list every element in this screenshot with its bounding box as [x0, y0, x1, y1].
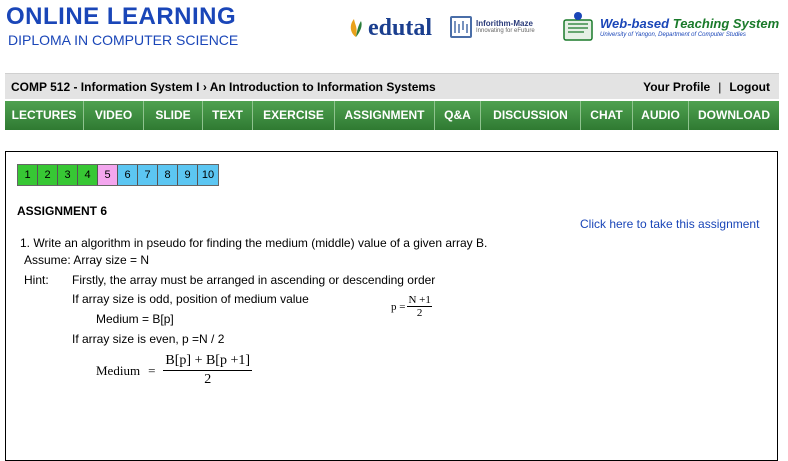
medium-formula-fraction: B[p] + B[p +1] 2 — [163, 352, 253, 389]
nav-text[interactable]: TEXT — [203, 101, 253, 130]
page-3-button[interactable]: 3 — [58, 165, 78, 185]
page-9-button[interactable]: 9 — [178, 165, 198, 185]
wbts-title-part2: Teaching System — [672, 15, 780, 31]
page-5-button[interactable]: 5 — [98, 165, 118, 185]
user-links: Your Profile | Logout — [643, 80, 770, 94]
hint-text: Firstly, the array must be arranged in a… — [72, 273, 436, 287]
medium-formula-equals: = — [148, 362, 156, 378]
nav-video[interactable]: VIDEO — [84, 101, 144, 130]
nav-audio[interactable]: AUDIO — [633, 101, 689, 130]
medium-formula-denominator: 2 — [204, 372, 212, 387]
site-title: ONLINE LEARNING — [6, 3, 237, 30]
nav-assignment[interactable]: ASSIGNMENT — [335, 101, 435, 130]
nav-slide[interactable]: SLIDE — [144, 101, 203, 130]
assignment-pagination: 1 2 3 4 5 6 7 8 9 10 — [17, 164, 219, 186]
breadcrumb: COMP 512 - Information System I › An Int… — [11, 80, 436, 94]
page-10-button[interactable]: 10 — [198, 165, 218, 185]
p-formula-lhs: p = — [391, 300, 406, 313]
medium-formula-numerator: B[p] + B[p +1] — [163, 352, 253, 371]
question-text: 1. Write an algorithm in pseudo for find… — [20, 236, 488, 250]
page-4-button[interactable]: 4 — [78, 165, 98, 185]
edutal-logo: edutal — [346, 12, 432, 44]
logout-link[interactable]: Logout — [729, 80, 770, 94]
wbts-subtitle: University of Yangon, Department of Comp… — [600, 31, 746, 38]
assignment-panel: 1 2 3 4 5 6 7 8 9 10 ASSIGNMENT 6 Click … — [5, 151, 778, 461]
inforithm-maze-icon — [450, 16, 472, 38]
leaf-icon — [350, 19, 362, 37]
page-6-button[interactable]: 6 — [118, 165, 138, 185]
p-formula-denominator: 2 — [416, 307, 423, 319]
page-8-button[interactable]: 8 — [158, 165, 178, 185]
take-assignment-link[interactable]: Click here to take this assignment — [580, 217, 759, 231]
site-header: ONLINE LEARNING DIPLOMA IN COMPUTER SCIE… — [0, 0, 788, 62]
assignment-title: ASSIGNMENT 6 — [17, 204, 108, 218]
medium-odd-text: Medium = B[p] — [96, 312, 174, 326]
inforithm-logo: Inforithm-Maze Innovating for eFuture — [450, 16, 535, 38]
wbts-logo: Web-based Teaching System University of … — [560, 10, 779, 44]
nav-exercise[interactable]: EXERCISE — [253, 101, 335, 130]
nav-discussion[interactable]: DISCUSSION — [481, 101, 581, 130]
hint-label: Hint: — [24, 273, 49, 287]
wbts-seal-icon — [563, 12, 593, 41]
odd-case-text: If array size is odd, position of medium… — [72, 292, 309, 306]
page-1-button[interactable]: 1 — [18, 165, 38, 185]
even-case-text: If array size is even, p =N / 2 — [72, 332, 225, 346]
edutal-logo-text: edutal — [368, 14, 433, 41]
page-7-button[interactable]: 7 — [138, 165, 158, 185]
p-formula-numerator: N +1 — [407, 294, 432, 307]
link-separator: | — [718, 80, 722, 94]
nav-qa[interactable]: Q&A — [435, 101, 481, 130]
nav-chat[interactable]: CHAT — [581, 101, 633, 130]
wbts-title: Web-based Teaching System — [600, 16, 779, 31]
inforithm-tagline: Innovating for eFuture — [476, 28, 535, 34]
nav-download[interactable]: DOWNLOAD — [689, 101, 779, 130]
p-formula-fraction: N +1 2 — [407, 294, 432, 319]
nav-lectures[interactable]: LECTURES — [5, 101, 84, 130]
breadcrumb-bar: COMP 512 - Information System I › An Int… — [5, 73, 779, 99]
medium-formula: Medium = B[p] + B[p +1] 2 — [96, 352, 253, 389]
page-2-button[interactable]: 2 — [38, 165, 58, 185]
site-subtitle: DIPLOMA IN COMPUTER SCIENCE — [8, 32, 239, 48]
your-profile-link[interactable]: Your Profile — [643, 80, 710, 94]
inforithm-logo-text: Inforithm-Maze — [476, 19, 533, 28]
assume-text: Assume: Array size = N — [24, 253, 150, 267]
main-nav: LECTURES VIDEO SLIDE TEXT EXERCISE ASSIG… — [5, 101, 779, 130]
wbts-title-part1: Web-based — [600, 15, 670, 31]
p-formula: p = N +1 2 — [391, 294, 432, 319]
medium-formula-lhs: Medium — [96, 362, 141, 378]
